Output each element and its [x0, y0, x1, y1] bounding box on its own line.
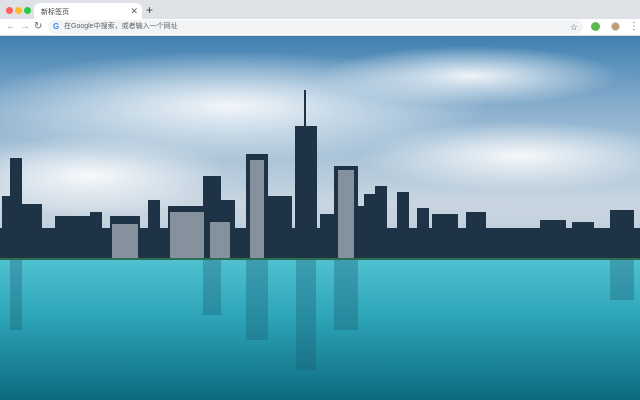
close-icon[interactable]: ✕ — [130, 4, 138, 18]
extension-icon[interactable] — [591, 22, 600, 31]
star-icon[interactable]: ☆ — [570, 20, 578, 34]
kebab-menu-icon[interactable]: ⋮ — [629, 19, 639, 34]
new-tab-page — [0, 36, 640, 400]
back-icon[interactable]: ← — [6, 20, 16, 34]
maximize-window-button[interactable] — [24, 7, 31, 14]
address-bar[interactable]: G 在Google中搜索，或者输入一个网址 ☆ — [48, 20, 583, 34]
forward-icon[interactable]: → — [20, 20, 30, 34]
wallpaper-image — [0, 36, 640, 400]
reload-icon[interactable]: ↻ — [34, 20, 42, 34]
toolbar: ← → ↻ G 在Google中搜索，或者输入一个网址 ☆ ⋮ — [0, 19, 640, 36]
plus-icon[interactable]: + — [146, 3, 153, 17]
tab-strip: 新标签页 ✕ + — [0, 0, 640, 19]
close-window-button[interactable] — [6, 7, 13, 14]
minimize-window-button[interactable] — [15, 7, 22, 14]
google-icon: G — [53, 22, 60, 31]
address-bar-placeholder: 在Google中搜索，或者输入一个网址 — [64, 23, 178, 30]
avatar[interactable] — [611, 22, 620, 31]
tab-new-tab[interactable]: 新标签页 ✕ — [34, 3, 142, 19]
tab-title: 新标签页 — [41, 9, 69, 16]
water — [0, 260, 640, 400]
cloud — [320, 46, 620, 106]
